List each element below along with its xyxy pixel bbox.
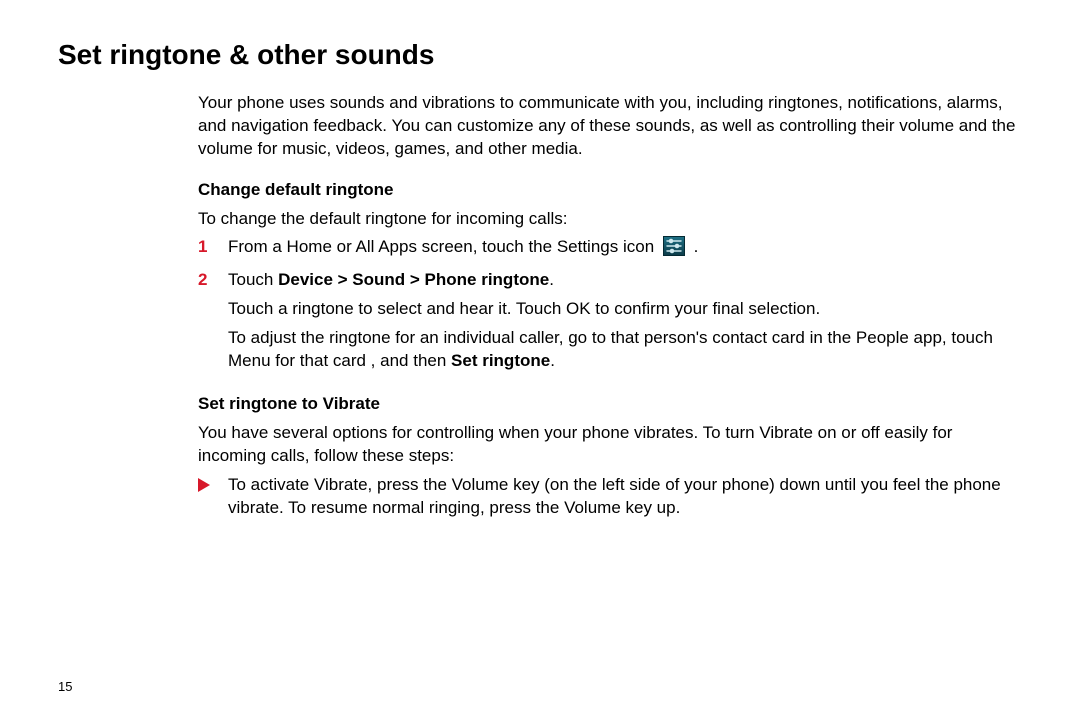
step-2-text: Touch Device > Sound > Phone ringtone. T… [228,269,1016,379]
bullet-item: To activate Vibrate, press the Volume ke… [198,474,1016,520]
step-2-bold: Device > Sound > Phone ringtone [278,270,549,289]
manual-page: Set ringtone & other sounds Your phone u… [0,0,1080,720]
section1-lead: To change the default ringtone for incom… [198,208,1016,231]
step-1-text-after: . [694,237,699,256]
ordered-steps: 1 From a Home or All Apps screen, touch … [198,236,1016,379]
section-heading-change-ringtone: Change default ringtone [198,179,1016,202]
body-area: Your phone uses sounds and vibrations to… [58,92,1022,520]
step-1-text: From a Home or All Apps screen, touch th… [228,236,1016,265]
section-heading-vibrate: Set ringtone to Vibrate [198,393,1016,416]
step-2-suffix: . [549,270,554,289]
step-1-text-before: From a Home or All Apps screen, touch th… [228,237,659,256]
section2-lead: You have several options for controlling… [198,422,1016,468]
page-title: Set ringtone & other sounds [58,36,1022,74]
step-number-1: 1 [198,236,228,259]
step-2-para-a: Touch a ringtone to select and hear it. … [228,298,1016,321]
step-number-2: 2 [198,269,228,292]
bullet-text: To activate Vibrate, press the Volume ke… [228,474,1016,520]
page-number: 15 [58,678,72,696]
step-2-para-b-bold: Set ringtone [451,351,550,370]
settings-icon [663,236,685,256]
step-2: 2 Touch Device > Sound > Phone ringtone.… [198,269,1016,379]
step-2-para-b-suffix: . [550,351,555,370]
step-1: 1 From a Home or All Apps screen, touch … [198,236,1016,265]
step-2-prefix: Touch [228,270,278,289]
intro-paragraph: Your phone uses sounds and vibrations to… [198,92,1016,161]
triangle-bullet-icon [198,474,228,492]
step-2-para-b-prefix: To adjust the ringtone for an individual… [228,328,993,370]
